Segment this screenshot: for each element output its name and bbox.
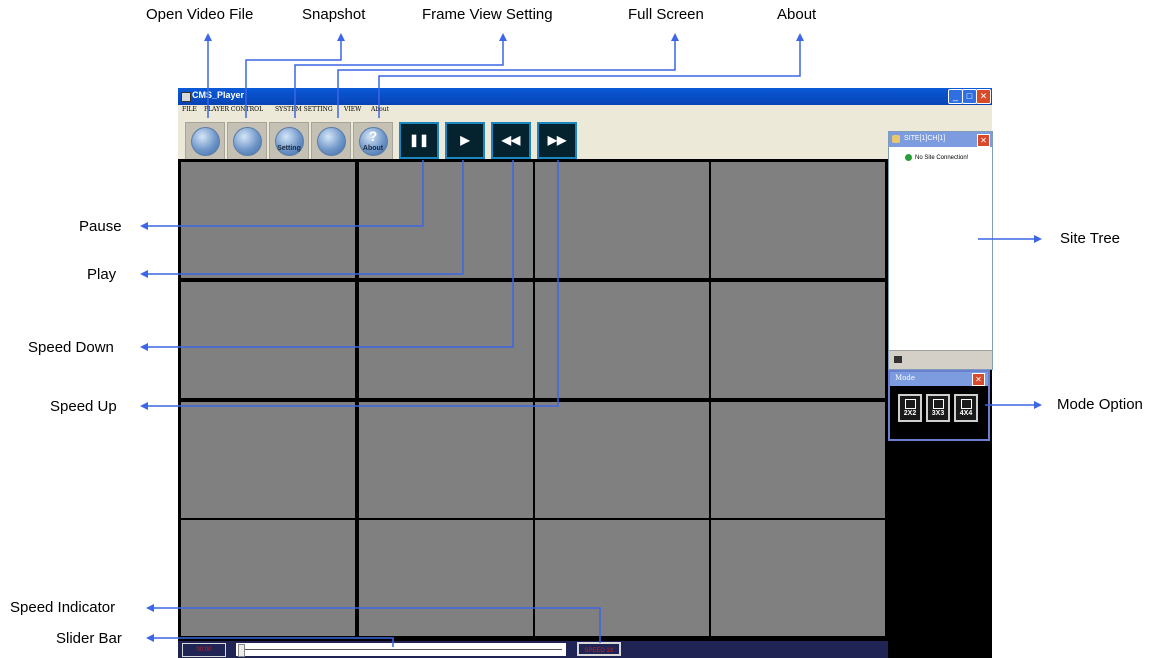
playback-bar: 00:00 SPEED 1X <box>178 641 888 658</box>
label-speed-up: Speed Up <box>50 398 117 415</box>
site-tree-title: SITE[1]CH[1] <box>904 135 946 142</box>
video-cell-16[interactable] <box>711 520 885 636</box>
status-dot-icon <box>905 154 912 161</box>
about-caption: About <box>362 145 384 152</box>
label-pause: Pause <box>79 218 122 235</box>
question-mark: ? <box>368 128 378 144</box>
mode-panel-header: Mode ✕ <box>890 372 988 386</box>
video-cell-11[interactable] <box>535 402 709 518</box>
fast-forward-icon: ▶▶ <box>547 133 567 147</box>
camera-icon <box>233 127 262 156</box>
pause-button[interactable]: ❚❚ <box>399 122 439 159</box>
menu-view[interactable]: VIEW <box>344 106 361 113</box>
speaker-icon[interactable] <box>894 356 902 363</box>
label-mode-option: Mode Option <box>1057 396 1143 413</box>
menu-system-setting[interactable]: SYSTEM SETTING <box>275 106 333 113</box>
play-icon: ▶ <box>460 133 470 147</box>
mode-4x4-button[interactable]: 4X4 <box>954 394 978 422</box>
site-tree-close-button[interactable]: ✕ <box>977 134 990 147</box>
open-video-file-button[interactable] <box>185 122 225 160</box>
grid-3x3-icon <box>933 399 944 409</box>
about-button[interactable]: ? About <box>353 122 393 160</box>
rewind-icon: ◀◀ <box>501 133 521 147</box>
video-cell-1[interactable] <box>181 162 355 278</box>
video-cell-8[interactable] <box>711 282 885 398</box>
window-title: CMS_Player <box>192 90 245 100</box>
site-tree-panel: SITE[1]CH[1] ✕ No Site Connection! <box>888 131 993 370</box>
label-full-screen: Full Screen <box>628 6 704 23</box>
tree-icon <box>892 135 900 143</box>
speed-down-button[interactable]: ◀◀ <box>491 122 531 159</box>
mode-panel-close-button[interactable]: ✕ <box>972 373 985 386</box>
speed-up-button[interactable]: ▶▶ <box>537 122 577 159</box>
snapshot-button[interactable] <box>227 122 267 160</box>
mode-panel-title: Mode <box>895 374 916 382</box>
label-speed-indicator: Speed Indicator <box>10 599 116 616</box>
mode-4x4-label: 4X4 <box>959 410 973 417</box>
label-snapshot: Snapshot <box>302 6 366 23</box>
menu-player-control[interactable]: PLAYER CONTROL <box>204 106 263 113</box>
setting-caption: Setting <box>277 145 301 152</box>
minimize-button[interactable]: _ <box>948 89 963 104</box>
pause-icon: ❚❚ <box>408 133 430 147</box>
mode-panel: Mode ✕ 2X2 3X3 4X4 <box>888 370 990 441</box>
video-cell-5[interactable] <box>181 282 355 398</box>
video-cell-14[interactable] <box>359 520 533 636</box>
label-speed-down: Speed Down <box>28 339 114 356</box>
speed-indicator: SPEED 1X <box>577 642 621 656</box>
site-tree-node[interactable]: No Site Connection! <box>905 154 968 161</box>
label-about: About <box>777 6 817 23</box>
label-slider-bar: Slider Bar <box>56 630 122 647</box>
video-cell-9[interactable] <box>181 402 355 518</box>
close-button[interactable]: ✕ <box>976 89 991 104</box>
menu-bar: FILE PLAYER CONTROL SYSTEM SETTING VIEW … <box>178 105 992 117</box>
slider-thumb[interactable] <box>238 644 245 657</box>
label-frame-view-setting: Frame View Setting <box>422 6 553 23</box>
app-icon <box>181 92 191 102</box>
grid-2x2-icon <box>905 399 916 409</box>
time-indicator: 00:00 <box>182 643 226 657</box>
mode-2x2-button[interactable]: 2X2 <box>898 394 922 422</box>
video-cell-2[interactable] <box>359 162 533 278</box>
label-play: Play <box>87 266 117 283</box>
play-button[interactable]: ▶ <box>445 122 485 159</box>
frame-view-setting-button[interactable]: Setting <box>269 122 309 160</box>
site-tree-header: SITE[1]CH[1] ✕ <box>889 132 992 147</box>
fullscreen-icon <box>317 127 346 156</box>
site-tree-footer <box>889 350 992 369</box>
video-cell-4[interactable] <box>711 162 885 278</box>
video-cell-7[interactable] <box>535 282 709 398</box>
video-cell-6[interactable] <box>359 282 533 398</box>
maximize-button[interactable]: □ <box>962 89 977 104</box>
menu-file[interactable]: FILE <box>182 106 197 113</box>
slider-bar[interactable] <box>236 643 566 657</box>
label-site-tree: Site Tree <box>1060 230 1121 247</box>
video-cell-13[interactable] <box>181 520 355 636</box>
video-cell-15[interactable] <box>535 520 709 636</box>
video-grid <box>178 159 888 641</box>
grid-4x4-icon <box>961 399 972 409</box>
site-node-label: No Site Connection! <box>915 155 969 162</box>
mode-2x2-label: 2X2 <box>903 410 917 417</box>
label-open-video-file: Open Video File <box>146 6 254 23</box>
video-cell-12[interactable] <box>711 402 885 518</box>
menu-about[interactable]: About <box>371 106 389 113</box>
mode-3x3-label: 3X3 <box>931 410 945 417</box>
mode-3x3-button[interactable]: 3X3 <box>926 394 950 422</box>
video-cell-3[interactable] <box>535 162 709 278</box>
title-bar: CMS_Player _ □ ✕ <box>178 88 992 105</box>
video-cell-10[interactable] <box>359 402 533 518</box>
folder-icon <box>191 127 220 156</box>
slider-track-line <box>240 649 562 650</box>
full-screen-button[interactable] <box>311 122 351 160</box>
